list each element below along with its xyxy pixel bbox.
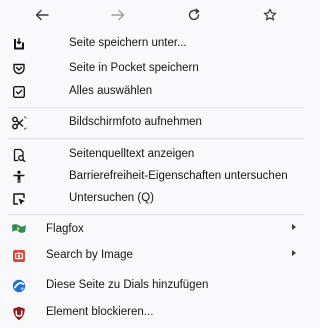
menu-item-search-by-image[interactable]: Search by Image: [0, 245, 312, 267]
context-menu: Seite speichern unter... Seite in Pocket…: [0, 0, 312, 328]
menu-item-label: Bildschirmfoto aufnehmen: [69, 116, 202, 128]
bookmark-button[interactable]: [257, 3, 283, 27]
search-by-image-icon: [11, 248, 27, 264]
back-button[interactable]: [29, 3, 55, 27]
select-all-icon: [11, 84, 27, 100]
star-icon: [263, 8, 277, 21]
menu-item-label: Untersuchen (Q): [69, 192, 155, 204]
menu-item-label: Seite in Pocket speichern: [69, 62, 199, 74]
menu-separator: [8, 138, 304, 139]
menu-item-label: Element blockieren...: [46, 306, 154, 318]
submenu-arrow-icon: [292, 250, 296, 256]
menu-item-block-element[interactable]: Element blockieren...: [0, 302, 312, 324]
ublock-icon: [11, 305, 27, 321]
menu-separator: [8, 107, 304, 108]
menu-item-label: Search by Image: [46, 249, 133, 261]
menu-item-dials[interactable]: Diese Seite zu Dials hinzufügen: [0, 275, 312, 297]
menu-item-pocket[interactable]: Seite in Pocket speichern: [0, 58, 312, 80]
forward-button[interactable]: [105, 3, 131, 27]
pocket-icon: [11, 61, 27, 77]
arrow-right-icon: [111, 9, 125, 21]
flagfox-icon: [11, 222, 27, 238]
dials-icon: [11, 278, 27, 294]
arrow-left-icon: [35, 9, 49, 21]
menu-item-label: Seite speichern unter...: [69, 37, 187, 49]
reload-button[interactable]: [181, 3, 207, 27]
screenshot-scissors-icon: [11, 115, 27, 131]
menu-item-inspect[interactable]: Untersuchen (Q): [0, 188, 312, 210]
menu-item-accessibility[interactable]: Barrierefreiheit-Eigenschaften untersuch…: [0, 166, 312, 188]
menu-item-label: Barrierefreiheit-Eigenschaften untersuch…: [69, 170, 288, 182]
submenu-arrow-icon: [292, 224, 296, 230]
view-source-icon: [11, 147, 27, 163]
menu-item-view-source[interactable]: Seitenquelltext anzeigen: [0, 144, 312, 166]
menu-item-screenshot[interactable]: Bildschirmfoto aufnehmen: [0, 112, 312, 134]
menu-separator: [8, 214, 304, 215]
menu-item-select-all[interactable]: Alles auswählen: [0, 81, 312, 103]
menu-item-label: Diese Seite zu Dials hinzufügen: [46, 279, 209, 291]
menu-item-label: Seitenquelltext anzeigen: [69, 148, 195, 160]
inspect-icon: [11, 191, 27, 207]
accessibility-icon: [11, 169, 27, 185]
menu-item-save-page[interactable]: Seite speichern unter...: [0, 33, 312, 55]
save-page-icon: [11, 36, 27, 52]
menu-item-flagfox[interactable]: Flagfox: [0, 219, 312, 241]
context-menu-navigation: [0, 0, 312, 30]
menu-item-label: Flagfox: [46, 223, 84, 235]
menu-item-label: Alles auswählen: [69, 85, 153, 97]
reload-icon: [188, 8, 200, 21]
